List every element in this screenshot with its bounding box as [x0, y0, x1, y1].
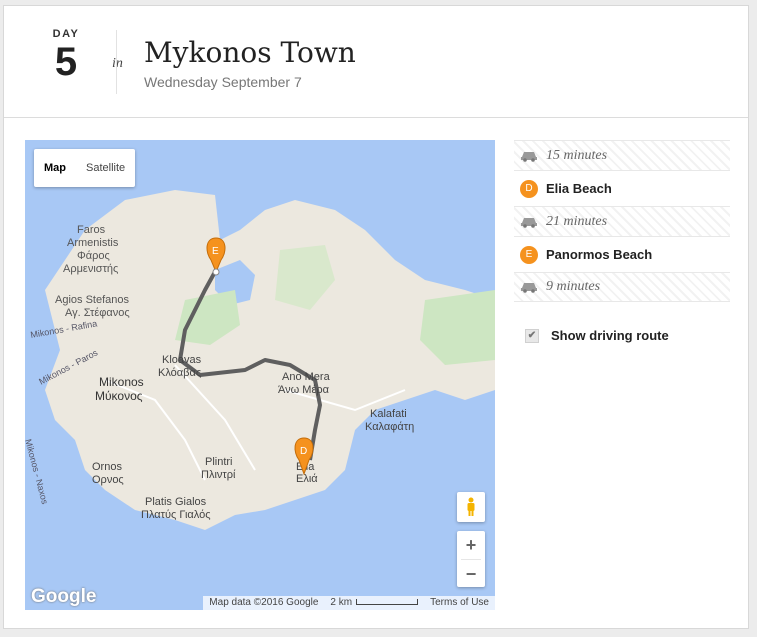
label-kalafati-gr: Καλαφάτη — [365, 421, 414, 433]
label-armenistis: Armenistis — [67, 237, 119, 249]
car-icon — [520, 216, 540, 228]
map-type-satellite-button[interactable]: Satellite — [76, 149, 135, 187]
label-kloavas: Kloavas — [162, 354, 202, 366]
label-platis-gialos-gr: Πλατύς Γιαλός — [141, 509, 211, 521]
map-data-credit: Map data ©2016 Google — [209, 597, 319, 608]
show-driving-route-toggle[interactable]: ✔ Show driving route — [525, 328, 669, 343]
zoom-in-button[interactable]: + — [457, 531, 485, 559]
marker-elia-letter: D — [300, 446, 307, 457]
map-attribution: Map data ©2016 Google 2 km Terms of Use — [203, 596, 495, 610]
label-plintri-gr: Πλιντρί — [201, 469, 236, 481]
leg-duration: 15 minutes — [546, 147, 608, 163]
leg-drive-3: 9 minutes — [514, 272, 730, 302]
driving-route-checkbox[interactable]: ✔ — [525, 328, 539, 343]
label-agios-stefanos-gr: Αγ. Στέφανος — [65, 307, 130, 319]
itinerary-list: 15 minutes D Elia Beach 21 minutes E Pan… — [514, 140, 730, 302]
day-date: Wednesday September 7 — [144, 74, 302, 90]
label-mikonos-gr: Μύκονος — [95, 389, 143, 403]
stop-badge-icon: D — [520, 179, 540, 198]
label-ano-mera-gr: Άνω Μέρα — [278, 384, 330, 396]
label-ornos: Ornos — [92, 461, 122, 473]
day-card: DAY 5 in Mykonos Town Wednesday Septembe… — [3, 5, 749, 629]
map-scale-bar — [356, 599, 419, 606]
google-logo: Google — [31, 586, 97, 607]
label-platis-gialos: Platis Gialos — [145, 496, 207, 508]
stop-badge: E — [520, 245, 538, 264]
route-map[interactable]: Faros Armenistis Φάρος Αρμενιστής Agios … — [25, 140, 495, 610]
label-ano-mera: Ano Mera — [282, 371, 331, 383]
leg-drive-2: 21 minutes — [514, 206, 730, 236]
map-type-control: Map Satellite — [34, 149, 136, 187]
day-label: DAY — [52, 28, 80, 40]
label-kloavas-gr: Κλόαβας — [158, 367, 201, 379]
stop-name: Panormos Beach — [546, 247, 653, 262]
car-icon — [520, 281, 540, 293]
stop-badge: D — [520, 179, 538, 198]
label-armenistis-gr: Αρμενιστής — [63, 263, 118, 275]
label-faros: Faros — [77, 224, 106, 236]
leg-stop-panormos[interactable]: E Panormos Beach — [514, 236, 730, 272]
label-agios-stefanos: Agios Stefanos — [55, 294, 129, 306]
terms-of-use-link[interactable]: Terms of Use — [424, 596, 495, 610]
page-title: Mykonos Town — [144, 36, 356, 69]
show-driving-route-label: Show driving route — [551, 328, 669, 343]
marker-panormos-letter: E — [212, 246, 219, 257]
label-kalafati: Kalafati — [370, 408, 407, 420]
label-faros-gr: Φάρος — [77, 250, 110, 262]
in-label: in — [112, 56, 123, 71]
zoom-control: + − — [457, 531, 485, 587]
map-scale: 2 km — [324, 596, 424, 610]
stop-badge-icon: E — [520, 245, 540, 264]
day-block: DAY 5 — [44, 28, 88, 82]
header-divider — [116, 30, 117, 94]
leg-drive-1: 15 minutes — [514, 140, 730, 170]
zoom-out-button[interactable]: − — [457, 560, 485, 588]
pegman-icon — [467, 497, 475, 516]
day-number: 5 — [54, 40, 78, 84]
leg-duration: 9 minutes — [546, 279, 601, 294]
label-ornos-gr: Ορνος — [92, 474, 124, 486]
map-canvas[interactable]: Faros Armenistis Φάρος Αρμενιστής Agios … — [25, 140, 495, 610]
day-header: DAY 5 in Mykonos Town Wednesday Septembe… — [4, 6, 748, 118]
leg-duration: 21 minutes — [546, 213, 608, 229]
map-type-map-button[interactable]: Map — [34, 149, 76, 187]
leg-stop-elia[interactable]: D Elia Beach — [514, 170, 730, 206]
stop-name: Elia Beach — [546, 181, 612, 196]
street-view-pegman[interactable] — [457, 492, 485, 522]
map-scale-label: 2 km — [330, 597, 353, 608]
checkmark-icon: ✔ — [527, 330, 537, 341]
label-plintri: Plintri — [205, 456, 233, 468]
car-icon — [520, 150, 540, 162]
label-mikonos: Mikonos — [99, 375, 144, 389]
label-elia-gr: Ελιά — [296, 473, 318, 485]
